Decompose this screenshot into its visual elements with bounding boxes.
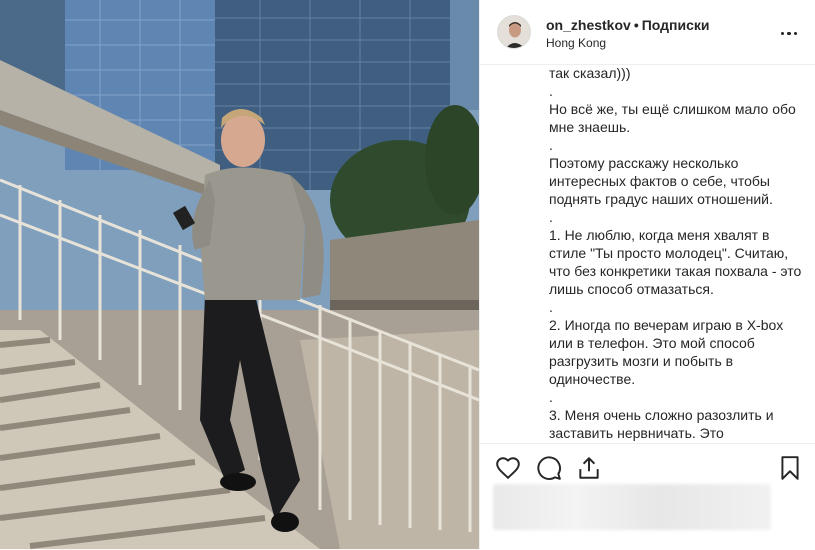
share-icon[interactable] <box>576 455 602 481</box>
blurred-likes-area <box>493 484 771 530</box>
username-link[interactable]: on_zhestkov <box>546 17 631 33</box>
caption-line: Но всё же, ты ещё слишком мало обо мне з… <box>549 101 800 135</box>
post-photo[interactable] <box>0 0 479 549</box>
post-header: on_zhestkov • Подписки Hong Kong <box>480 0 815 65</box>
caption-line: 2. Иногда по вечерам играю в X-box или в… <box>549 317 788 387</box>
following-button[interactable]: Подписки <box>642 17 710 33</box>
heart-icon[interactable] <box>495 455 521 481</box>
more-options-icon[interactable] <box>779 22 801 36</box>
post-image <box>0 0 479 549</box>
separator-dot: • <box>633 17 639 33</box>
comment-icon[interactable] <box>536 455 562 481</box>
post-caption: так сказал))) . Но всё же, ты ещё слишко… <box>549 64 807 442</box>
avatar[interactable] <box>497 15 531 49</box>
caption-line: так сказал))) <box>549 65 631 81</box>
caption-line: . <box>549 299 553 315</box>
caption-line: . <box>549 137 553 153</box>
location-link[interactable]: Hong Kong <box>546 36 606 50</box>
post-actions-bar <box>480 443 815 550</box>
caption-line: . <box>549 389 553 405</box>
caption-line: . <box>549 209 553 225</box>
post-author-line: on_zhestkov • Подписки <box>546 17 710 33</box>
avatar-image <box>498 16 530 48</box>
post-side-panel: on_zhestkov • Подписки Hong Kong так сказа… <box>479 0 815 550</box>
caption-line: 3. Меня очень сложно разозлить и застави… <box>549 407 778 441</box>
caption-line: 1. Не люблю, когда меня хвалят в стиле "… <box>549 227 806 297</box>
caption-line: Поэтому расскажу несколько интересных фа… <box>549 155 774 207</box>
bookmark-icon[interactable] <box>777 455 803 481</box>
caption-line: . <box>549 83 553 99</box>
